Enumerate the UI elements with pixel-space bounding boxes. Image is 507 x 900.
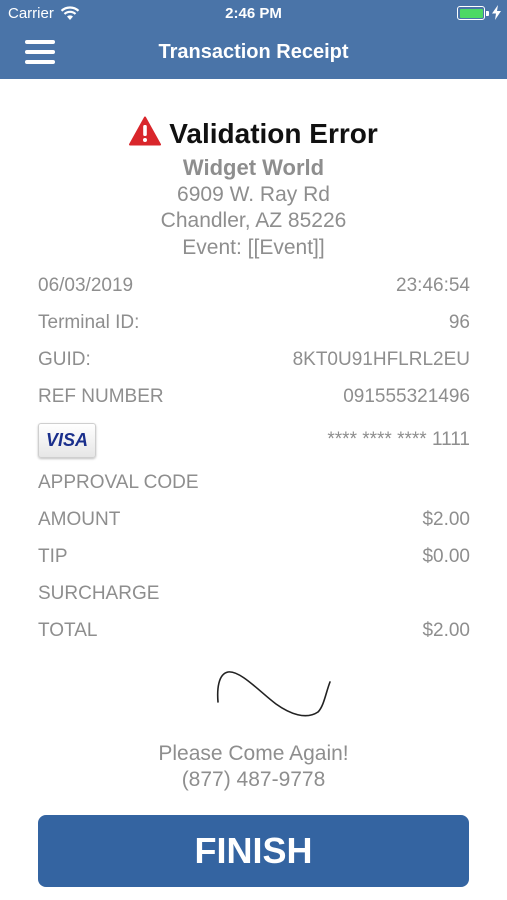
time-value: 23:46:54 (396, 275, 470, 296)
signature-icon (216, 671, 331, 717)
surcharge-label: SURCHARGE (38, 583, 160, 604)
receipt-row-ref: REF NUMBER 091555321496 (38, 386, 470, 414)
validation-error-heading: Validation Error (0, 116, 507, 150)
error-title-text: Validation Error (169, 118, 378, 149)
warning-triangle-icon (129, 116, 162, 146)
receipt-row-guid: GUID: 8KT0U91HFLRL2EU (38, 349, 470, 377)
page-title: Transaction Receipt (158, 41, 349, 63)
finish-button[interactable]: FINISH (38, 815, 469, 887)
battery-icon (457, 6, 489, 20)
event-label: Event: [[Event]] (182, 236, 325, 259)
ref-number-value: 091555321496 (343, 386, 470, 407)
merchant-name: Widget World (182, 155, 325, 180)
charging-bolt-icon (492, 5, 501, 20)
address-line-2: Chandler, AZ 85226 (160, 209, 347, 232)
status-bar: Carrier 2:46 PM (0, 0, 507, 28)
address-line-1: 6909 W. Ray Rd (177, 183, 330, 206)
guid-label: GUID: (38, 349, 91, 370)
receipt-row-amount: AMOUNT $2.00 (38, 509, 470, 537)
terminal-id-label: Terminal ID: (38, 312, 140, 333)
receipt-row-total: TOTAL $2.00 (38, 620, 470, 648)
total-value: $2.00 (422, 620, 470, 641)
date-value: 06/03/2019 (38, 275, 134, 296)
status-time: 2:46 PM (225, 5, 282, 22)
amount-value: $2.00 (422, 509, 470, 530)
visa-card-icon: VISA (38, 423, 96, 458)
receipt-row-datetime: 06/03/2019 23:46:54 (38, 275, 470, 303)
receipt-row-approval: APPROVAL CODE (38, 472, 470, 500)
receipt-row-terminal: Terminal ID: 96 (38, 312, 470, 340)
tip-value: $0.00 (422, 546, 470, 567)
total-label: TOTAL (38, 620, 98, 641)
guid-value: 8KT0U91HFLRL2EU (292, 349, 470, 370)
receipt-row-surcharge: SURCHARGE (38, 583, 470, 611)
amount-label: AMOUNT (38, 509, 121, 530)
footer-message: Please Come Again! (158, 742, 349, 765)
approval-code-label: APPROVAL CODE (38, 472, 199, 493)
receipt-row-tip: TIP $0.00 (38, 546, 470, 574)
merchant-phone: (877) 487-9778 (181, 768, 326, 791)
tip-label: TIP (38, 546, 68, 567)
ref-number-label: REF NUMBER (38, 386, 164, 407)
terminal-id-value: 96 (448, 312, 470, 333)
app-header: Carrier 2:46 PM Transaction Receipt (0, 0, 507, 79)
masked-card-number: **** **** **** 1111 (327, 429, 470, 450)
